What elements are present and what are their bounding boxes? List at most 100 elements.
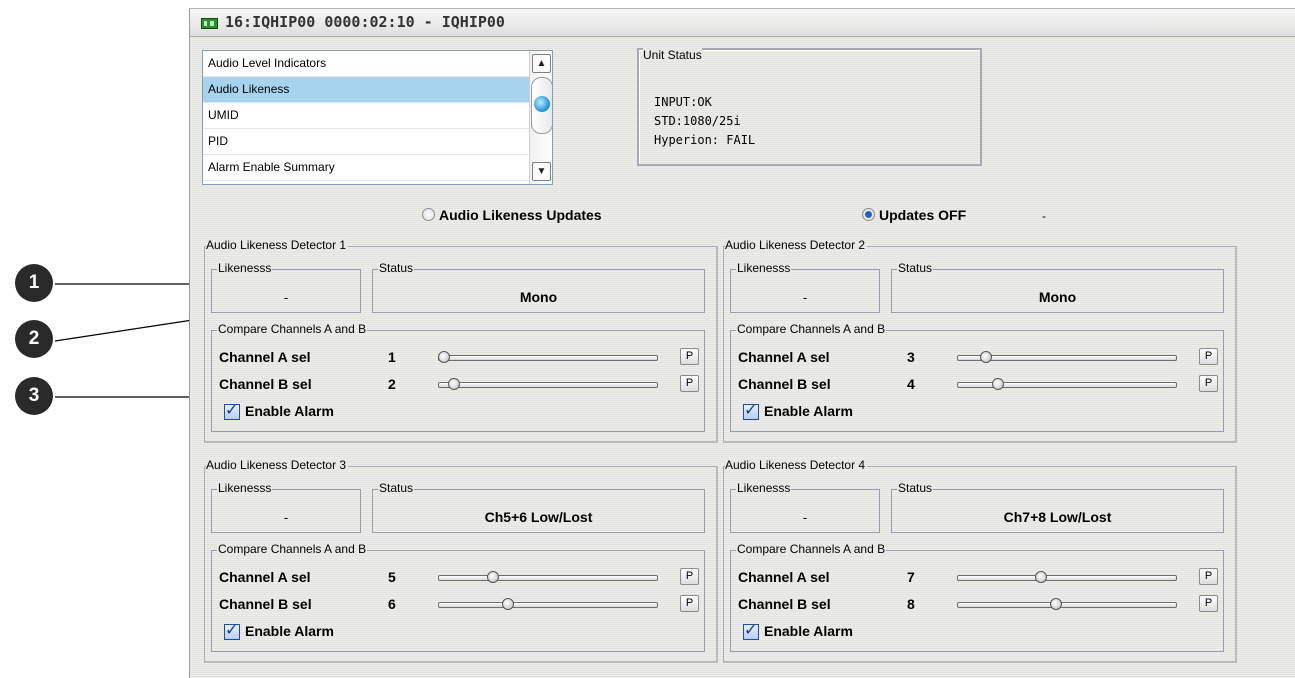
unit-status-line: INPUT:OK <box>654 95 712 109</box>
list-item-selected[interactable]: Audio Likeness <box>203 77 552 103</box>
status-box: Status Mono <box>891 261 1224 313</box>
channel-a-label: Channel A sel <box>219 349 311 365</box>
channel-a-preset-button[interactable]: P <box>1199 568 1218 585</box>
compare-channels-group: Compare Channels A and B Channel A sel 5 P C… <box>211 542 705 652</box>
channel-b-label: Channel B sel <box>219 596 312 612</box>
channel-a-value: 1 <box>388 349 396 365</box>
list-item[interactable]: Audio Level Indicators <box>203 51 552 77</box>
channel-a-value: 3 <box>907 349 915 365</box>
channel-a-slider[interactable] <box>957 571 1177 583</box>
title-bar[interactable]: 16:IQHIP00 0000:02:10 - IQHIP00 <box>190 9 1295 37</box>
likeness-label: Likenesss <box>736 481 792 495</box>
channel-a-label: Channel A sel <box>738 349 830 365</box>
detector-title: Audio Likeness Detector 1 <box>206 238 349 252</box>
enable-alarm-checkbox[interactable] <box>224 620 240 640</box>
callout-3: 3 <box>15 377 53 415</box>
compare-label: Compare Channels A and B <box>736 542 887 556</box>
list-item[interactable]: UMID <box>203 103 552 129</box>
channel-b-preset-button[interactable]: P <box>1199 595 1218 612</box>
radio-off-icon <box>422 208 435 221</box>
slider-thumb[interactable] <box>979 351 992 363</box>
updates-on-label: Audio Likeness Updates <box>439 207 602 223</box>
channel-b-label: Channel B sel <box>219 376 312 392</box>
enable-alarm-label: Enable Alarm <box>764 403 853 419</box>
enable-alarm-label: Enable Alarm <box>764 623 853 639</box>
likeness-value: - <box>283 510 289 525</box>
updates-off-radio[interactable]: Updates OFF <box>862 207 966 223</box>
channel-a-slider[interactable] <box>438 351 658 363</box>
channel-b-label: Channel B sel <box>738 376 831 392</box>
compare-channels-group: Compare Channels A and B Channel A sel 1 P C… <box>211 322 705 432</box>
channel-a-preset-button[interactable]: P <box>680 568 699 585</box>
audio-likeness-detector-1: Audio Likeness Detector 1 Likenesss - Statu… <box>204 238 718 443</box>
list-item[interactable]: Alarm Enable Summary <box>203 155 552 181</box>
scroll-thumb[interactable] <box>531 77 552 134</box>
callout-2: 2 <box>15 320 53 358</box>
enable-alarm-checkbox[interactable] <box>743 620 759 640</box>
channel-b-preset-button[interactable]: P <box>680 595 699 612</box>
channel-a-value: 7 <box>907 569 915 585</box>
channel-b-slider[interactable] <box>438 378 658 390</box>
audio-likeness-detector-4: Audio Likeness Detector 4 Likenesss - Statu… <box>723 458 1237 663</box>
list-scrollbar[interactable]: ▲ ▼ <box>529 51 552 184</box>
channel-b-slider[interactable] <box>438 598 658 610</box>
channel-b-value: 2 <box>388 376 396 392</box>
slider-thumb[interactable] <box>438 351 450 363</box>
channel-b-value: 4 <box>907 376 915 392</box>
status-value: Ch5+6 Low/Lost <box>484 509 593 525</box>
updates-off-label: Updates OFF <box>879 207 967 223</box>
device-icon <box>201 18 218 29</box>
channel-b-preset-button[interactable]: P <box>680 375 699 392</box>
slider-thumb[interactable] <box>448 378 461 390</box>
likeness-label: Likenesss <box>736 261 792 275</box>
channel-b-slider[interactable] <box>957 378 1177 390</box>
compare-channels-group: Compare Channels A and B Channel A sel 7 P C… <box>730 542 1224 652</box>
enable-alarm-checkbox[interactable] <box>743 400 759 420</box>
enable-alarm-label: Enable Alarm <box>245 623 334 639</box>
unit-status-line: Hyperion: FAIL <box>654 133 756 147</box>
likeness-value: - <box>802 510 808 525</box>
channel-a-preset-button[interactable]: P <box>1199 348 1218 365</box>
enable-alarm-checkbox[interactable] <box>224 400 240 420</box>
window-title: 16:IQHIP00 0000:02:10 - IQHIP00 <box>225 13 505 31</box>
slider-thumb[interactable] <box>1035 571 1048 583</box>
callout-1: 1 <box>15 264 53 302</box>
updates-on-radio[interactable]: Audio Likeness Updates <box>422 207 602 223</box>
slider-thumb[interactable] <box>501 598 514 610</box>
detector-title: Audio Likeness Detector 2 <box>725 238 868 252</box>
channel-a-label: Channel A sel <box>219 569 311 585</box>
likeness-box: Likenesss - <box>211 261 361 313</box>
unit-status-panel: Unit Status INPUT:OK STD:1080/25i Hyperi… <box>637 48 982 166</box>
channel-a-preset-button[interactable]: P <box>680 348 699 365</box>
audio-likeness-detector-3: Audio Likeness Detector 3 Likenesss - Statu… <box>204 458 718 663</box>
channel-b-preset-button[interactable]: P <box>1199 375 1218 392</box>
scroll-down-icon[interactable]: ▼ <box>532 162 551 181</box>
status-value: Ch7+8 Low/Lost <box>1003 509 1112 525</box>
slider-thumb[interactable] <box>992 378 1005 390</box>
detector-title: Audio Likeness Detector 4 <box>725 458 868 472</box>
channel-b-slider[interactable] <box>957 598 1177 610</box>
likeness-label: Likenesss <box>217 261 273 275</box>
channel-a-slider[interactable] <box>438 571 658 583</box>
scroll-up-icon[interactable]: ▲ <box>532 54 551 73</box>
channel-b-value: 6 <box>388 596 396 612</box>
compare-label: Compare Channels A and B <box>217 542 368 556</box>
slider-thumb[interactable] <box>1049 598 1062 610</box>
menu-listbox[interactable]: Audio Level Indicators Audio Likeness UM… <box>202 50 553 185</box>
status-value: Mono <box>1038 289 1077 305</box>
channel-b-value: 8 <box>907 596 915 612</box>
channel-b-label: Channel B sel <box>738 596 831 612</box>
slider-thumb[interactable] <box>487 571 500 583</box>
updates-indicator: - <box>1042 209 1046 223</box>
compare-channels-group: Compare Channels A and B Channel A sel 3 P C… <box>730 322 1224 432</box>
compare-label: Compare Channels A and B <box>217 322 368 336</box>
radio-selected-icon <box>862 208 875 221</box>
channel-a-value: 5 <box>388 569 396 585</box>
channel-a-slider[interactable] <box>957 351 1177 363</box>
likeness-box: Likenesss - <box>730 481 880 533</box>
list-item[interactable]: PID <box>203 129 552 155</box>
status-label: Status <box>897 261 934 275</box>
detector-title: Audio Likeness Detector 3 <box>206 458 349 472</box>
likeness-box: Likenesss - <box>730 261 880 313</box>
scroll-knob-icon <box>534 96 550 112</box>
